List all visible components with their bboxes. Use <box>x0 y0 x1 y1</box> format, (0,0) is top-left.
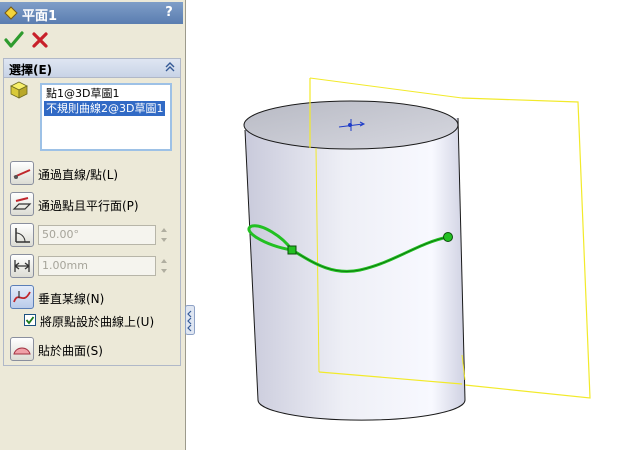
selection-list-item-selected[interactable]: 不規則曲線2@3D草圖1 <box>44 101 166 116</box>
origin-on-curve-checkbox[interactable] <box>24 314 36 326</box>
normal-to-curve-button[interactable] <box>10 285 34 309</box>
normal-to-curve-label: 垂直某線(N) <box>38 292 105 306</box>
ok-check-icon[interactable] <box>4 30 24 50</box>
selection-list[interactable]: 點1@3D草圖1 不規則曲線2@3D草圖1 <box>40 83 172 151</box>
origin-on-curve-label[interactable]: 將原點設於曲線上(U) <box>40 313 154 330</box>
panel-title-bar: 平面1 ? <box>0 2 183 24</box>
angle-icon <box>15 228 30 243</box>
spline-point-marker[interactable] <box>287 245 297 255</box>
parallel-plane-at-point-label: 通過點且平行面(P) <box>38 199 139 213</box>
selection-group: 選擇(E) 點1@3D草圖1 不規則曲線2@3D草圖1 通過直線/點(L) 通過… <box>3 58 181 366</box>
graphics-viewport[interactable] <box>187 0 635 450</box>
parallel-plane-at-point-button[interactable] <box>10 192 34 216</box>
selection-list-item[interactable]: 點1@3D草圖1 <box>44 86 121 101</box>
distance-input[interactable]: 1.00mm <box>38 256 156 276</box>
selection-group-header[interactable]: 選擇(E) <box>4 59 180 78</box>
distance-icon <box>14 260 30 272</box>
collapse-chevron-icon[interactable] <box>164 61 176 73</box>
angle-input[interactable]: 50.00° <box>38 225 156 245</box>
distance-button[interactable] <box>10 254 34 278</box>
through-line-point-label: 通過直線/點(L) <box>38 168 119 182</box>
distance-spinner[interactable] <box>158 256 170 276</box>
spline-endpoint-marker[interactable] <box>443 232 453 242</box>
parallel-plane-icon <box>12 197 32 210</box>
on-surface-label: 貼於曲面(S) <box>38 344 103 358</box>
on-surface-icon <box>13 347 31 355</box>
help-icon: ? <box>165 5 173 20</box>
cancel-x-icon[interactable] <box>30 30 50 50</box>
help-button[interactable]: ? <box>161 5 177 21</box>
angle-spinner[interactable] <box>158 225 170 245</box>
checkmark-icon <box>25 316 35 325</box>
entity-cube-icon <box>10 81 28 99</box>
on-surface-button[interactable] <box>10 337 34 361</box>
selection-group-title: 選擇(E) <box>9 63 53 77</box>
normal-curve-icon <box>13 291 31 303</box>
line-point-icon <box>13 169 31 179</box>
plane-feature-icon <box>4 6 18 20</box>
property-manager-panel: 平面1 ? 選擇(E) 點1@3D草圖1 不規則曲線2@3D草圖1 通過直線/點… <box>0 0 195 450</box>
panel-title: 平面1 <box>22 9 58 24</box>
through-line-point-button[interactable] <box>10 161 34 185</box>
angle-button[interactable] <box>10 223 34 247</box>
